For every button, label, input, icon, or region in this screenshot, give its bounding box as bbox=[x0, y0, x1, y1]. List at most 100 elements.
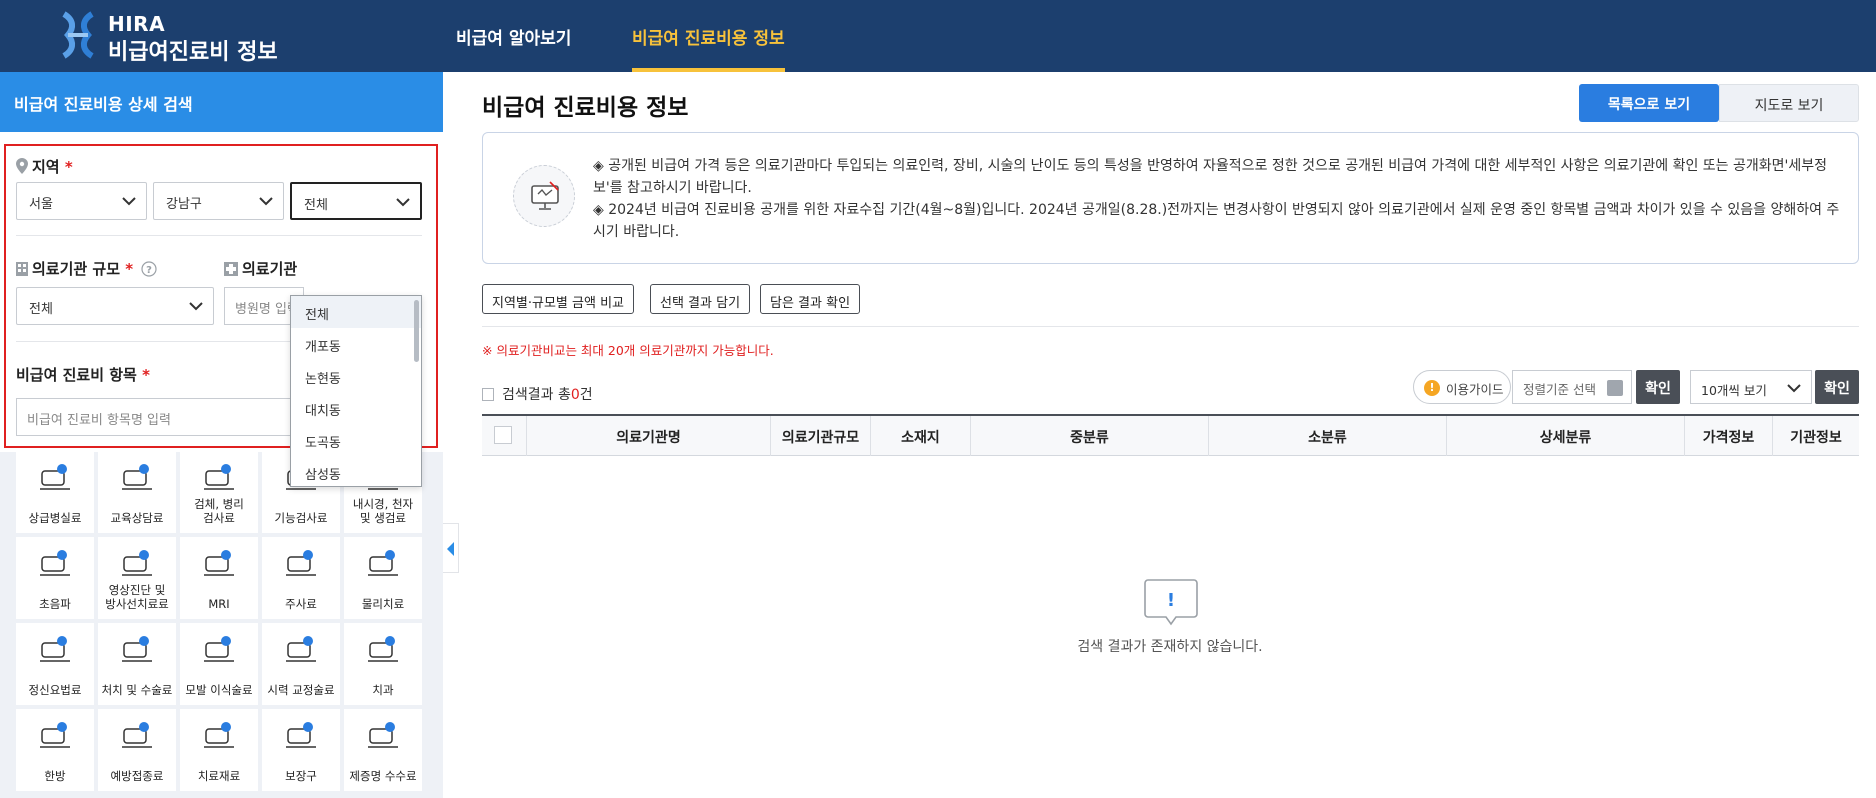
category-label: 한방 bbox=[44, 769, 66, 783]
view-saved-button[interactable]: 담은 결과 확인 bbox=[760, 284, 861, 314]
results-table-header: 의료기관명 의료기관규모 소재지 중분류 소분류 상세분류 가격정보 기관정보 bbox=[482, 414, 1859, 456]
category-label: 물리치료 bbox=[361, 597, 405, 611]
divider bbox=[482, 326, 1859, 327]
category-tile[interactable]: 초음파 bbox=[16, 537, 94, 619]
col-institution-name[interactable]: 의료기관명 bbox=[526, 416, 770, 456]
col-mid-category[interactable]: 중분류 bbox=[970, 416, 1208, 456]
category-tile[interactable]: 치료재료 bbox=[180, 709, 258, 791]
certificate-icon bbox=[368, 722, 398, 748]
monitor-icon bbox=[531, 181, 559, 210]
psychotherapy-icon bbox=[40, 636, 70, 662]
category-tile[interactable]: 보장구 bbox=[262, 709, 340, 791]
site-logo[interactable]: HIRA 비급여진료비 정보 bbox=[60, 8, 280, 65]
surgery-icon bbox=[122, 636, 152, 662]
dropdown-option[interactable]: 전체 bbox=[291, 296, 421, 328]
logo-text-hira: HIRA bbox=[108, 12, 166, 36]
region-dong-select[interactable]: 전체 bbox=[290, 182, 422, 220]
monitor-notice-icon bbox=[513, 165, 575, 227]
category-tile[interactable]: MRI bbox=[180, 537, 258, 619]
dropdown-scrollbar[interactable] bbox=[414, 300, 419, 362]
category-label: 주사료 bbox=[285, 597, 317, 611]
chevron-down-icon bbox=[189, 302, 203, 311]
hair-transplant-icon bbox=[204, 636, 234, 662]
category-tile[interactable]: 주사료 bbox=[262, 537, 340, 619]
category-tile[interactable]: 처치 및 수술료 bbox=[98, 623, 176, 705]
category-tile[interactable]: 교육상담료 bbox=[98, 451, 176, 533]
per-page-value: 10개씩 보기 bbox=[1701, 383, 1767, 398]
category-tile[interactable]: 예방접종료 bbox=[98, 709, 176, 791]
collapse-arrow-icon bbox=[447, 542, 454, 556]
category-tile[interactable]: 정신요법료 bbox=[16, 623, 94, 705]
institution-label-text: 의료기관 bbox=[242, 260, 298, 278]
per-page-confirm-button[interactable]: 확인 bbox=[1815, 370, 1859, 404]
category-label: 보장구 bbox=[285, 769, 317, 783]
col-institution-scale[interactable]: 의료기관규모 bbox=[770, 416, 870, 456]
select-all-cell bbox=[482, 416, 526, 456]
counseling-icon bbox=[122, 464, 152, 490]
region-sigungu-select[interactable]: 강남구 bbox=[153, 182, 284, 220]
mri-icon bbox=[204, 550, 234, 576]
category-tile[interactable]: 제증명 수수료 bbox=[344, 709, 422, 791]
oriental-medicine-icon bbox=[40, 722, 70, 748]
sort-confirm-button[interactable]: 확인 bbox=[1636, 370, 1680, 404]
wheelchair-icon bbox=[286, 722, 316, 748]
category-tile[interactable]: 치과 bbox=[344, 623, 422, 705]
col-detail-category[interactable]: 상세분류 bbox=[1446, 416, 1684, 456]
sort-placeholder: 정렬기준 선택 bbox=[1523, 382, 1596, 397]
per-page-select[interactable]: 10개씩 보기 bbox=[1690, 370, 1812, 404]
usage-guide-button[interactable]: ! 이용가이드 bbox=[1413, 370, 1511, 404]
svg-text:?: ? bbox=[146, 265, 152, 276]
col-sub-category[interactable]: 소분류 bbox=[1208, 416, 1446, 456]
dropdown-option[interactable]: 삼성동 bbox=[291, 456, 421, 488]
compare-region-scale-button[interactable]: 지역별·규모별 금액 비교 bbox=[482, 284, 634, 314]
nav-learn-noncovered[interactable]: 비급여 알아보기 bbox=[456, 0, 571, 72]
scale-select[interactable]: 전체 bbox=[16, 287, 214, 325]
category-tile[interactable]: 물리치료 bbox=[344, 537, 422, 619]
dropdown-option[interactable]: 개포동 bbox=[291, 328, 421, 360]
category-label: 정신요법료 bbox=[28, 683, 82, 697]
scale-label: 의료기관 규모 * ? bbox=[16, 258, 157, 279]
search-form: 지역 * 서울 강남구 전체 의료기관 규모 * ? 의료기관 전체 병원명 입… bbox=[0, 132, 443, 487]
category-label: MRI bbox=[208, 597, 230, 611]
required-mark: * bbox=[125, 260, 134, 278]
map-view-button[interactable]: 지도로 보기 bbox=[1719, 84, 1859, 122]
sidebar-collapse-button[interactable] bbox=[443, 523, 459, 573]
category-tile[interactable]: 한방 bbox=[16, 709, 94, 791]
list-view-button[interactable]: 목록으로 보기 bbox=[1579, 84, 1719, 122]
medical-material-icon bbox=[204, 722, 234, 748]
region-dong-value: 전체 bbox=[304, 198, 328, 213]
save-selection-button[interactable]: 선택 결과 담기 bbox=[650, 284, 751, 314]
col-institution-info[interactable]: 기관정보 bbox=[1772, 416, 1859, 456]
category-tile[interactable]: 검체, 병리 검사료 bbox=[180, 451, 258, 533]
scale-value: 전체 bbox=[29, 302, 53, 317]
sort-select[interactable]: 정렬기준 선택 bbox=[1512, 370, 1632, 404]
category-tile[interactable]: 영상진단 및 방사선치료료 bbox=[98, 537, 176, 619]
dental-icon bbox=[368, 636, 398, 662]
category-label: 치과 bbox=[372, 683, 394, 697]
dropdown-option[interactable]: 논현동 bbox=[291, 360, 421, 392]
help-icon[interactable]: ? bbox=[141, 261, 157, 277]
category-label: 영상진단 및 방사선치료료 bbox=[105, 583, 169, 611]
item-label: 비급여 진료비 항목 * bbox=[16, 364, 150, 385]
nav-cost-info[interactable]: 비급여 진료비용 정보 bbox=[632, 0, 785, 72]
category-label: 시력 교정술료 bbox=[267, 683, 335, 697]
result-count: 검색결과 총0건 bbox=[482, 384, 593, 404]
dong-dropdown-list[interactable]: 전체 개포동 논현동 대치동 도곡동 삼성동 bbox=[290, 295, 422, 487]
dropdown-option[interactable]: 도곡동 bbox=[291, 424, 421, 456]
category-tile[interactable]: 모발 이식술료 bbox=[180, 623, 258, 705]
result-prefix: 검색결과 총 bbox=[502, 387, 571, 403]
select-all-checkbox[interactable] bbox=[494, 426, 512, 444]
category-label: 예방접종료 bbox=[110, 769, 164, 783]
col-price-info[interactable]: 가격정보 bbox=[1684, 416, 1772, 456]
hospital-bed-icon bbox=[40, 464, 70, 490]
injection-icon bbox=[286, 550, 316, 576]
physical-therapy-icon bbox=[368, 550, 398, 576]
chevron-down-icon bbox=[396, 198, 410, 207]
notice-box: ◈ 공개된 비급여 가격 등은 의료기관마다 투입되는 의료인력, 장비, 시술… bbox=[482, 132, 1859, 264]
category-tile[interactable]: 시력 교정술료 bbox=[262, 623, 340, 705]
category-label: 모발 이식술료 bbox=[185, 683, 253, 697]
col-location[interactable]: 소재지 bbox=[870, 416, 970, 456]
dropdown-option[interactable]: 대치동 bbox=[291, 392, 421, 424]
category-tile[interactable]: 상급병실료 bbox=[16, 451, 94, 533]
region-sido-select[interactable]: 서울 bbox=[16, 182, 147, 220]
